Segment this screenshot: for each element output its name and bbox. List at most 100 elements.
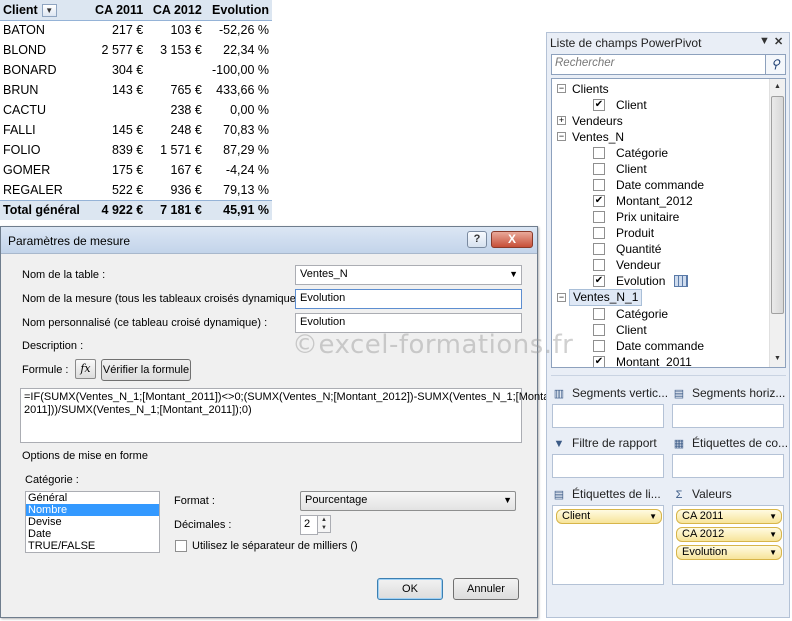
scroll-up-icon[interactable]: ▲ — [770, 79, 785, 95]
row-labels-dropzone[interactable]: Client ▼ — [552, 505, 664, 585]
stepper-up-icon[interactable]: ▲ — [318, 516, 330, 524]
cell-ca2011[interactable]: 143 € — [88, 80, 146, 100]
field-item[interactable]: ✔ Evolution — [552, 273, 767, 289]
checkbox-checked-icon[interactable]: ✔ — [593, 99, 605, 111]
category-item[interactable]: Nombre — [26, 504, 159, 516]
report-filter-dropzone[interactable] — [552, 454, 664, 478]
field-item[interactable]: Date commande — [552, 177, 767, 193]
table-node-ventes-n-1[interactable]: − Ventes_N_1 — [552, 289, 767, 306]
collapse-icon[interactable]: − — [557, 132, 566, 141]
row-field-pill[interactable]: Client ▼ — [556, 509, 662, 524]
filter-dropdown-icon[interactable]: ▼ — [41, 3, 57, 17]
cell-evolution[interactable]: 433,66 % — [205, 80, 272, 100]
cell-ca2012[interactable]: 3 153 € — [146, 40, 205, 60]
checkbox[interactable] — [593, 259, 605, 271]
values-dropzone[interactable]: CA 2011 ▼ CA 2012 ▼ Evolution ▼ — [672, 505, 784, 585]
cell-evolution[interactable]: 22,34 % — [205, 40, 272, 60]
field-item[interactable]: Client — [552, 161, 767, 177]
checkbox[interactable] — [593, 163, 605, 175]
verify-formula-button[interactable]: Vérifier la formule — [101, 359, 191, 381]
pane-menu-icon[interactable]: ▼ — [759, 35, 770, 47]
cell-evolution[interactable]: 87,29 % — [205, 140, 272, 160]
scroll-thumb[interactable] — [771, 96, 784, 314]
close-button[interactable]: X — [491, 231, 533, 248]
cell-evolution[interactable]: 70,83 % — [205, 120, 272, 140]
vertical-slicers-dropzone[interactable] — [552, 404, 664, 428]
checkbox-checked-icon[interactable]: ✔ — [593, 275, 605, 287]
total-ca2012[interactable]: 7 181 € — [146, 199, 205, 220]
formula-input[interactable]: =IF(SUMX(Ventes_N_1;[Montant_2011])<>0;(… — [20, 388, 565, 443]
cell-evolution[interactable]: -52,26 % — [205, 20, 272, 40]
cell-client[interactable]: FOLIO — [0, 140, 88, 160]
category-item[interactable]: Devise — [26, 516, 159, 528]
format-select[interactable]: Pourcentage ▼ — [300, 491, 516, 511]
field-item[interactable]: Catégorie — [552, 145, 767, 161]
cell-ca2012[interactable]: 248 € — [146, 120, 205, 140]
decimals-input[interactable]: 2 — [300, 515, 318, 535]
scroll-down-icon[interactable]: ▼ — [770, 351, 785, 367]
checkbox[interactable] — [593, 227, 605, 239]
cell-ca2012[interactable]: 765 € — [146, 80, 205, 100]
cell-ca2011[interactable]: 175 € — [88, 160, 146, 180]
field-item[interactable]: ✔ Montant_2011 — [552, 354, 767, 367]
chevron-down-icon[interactable]: ▼ — [769, 528, 777, 541]
field-item[interactable]: ✔ Montant_2012 — [552, 193, 767, 209]
checkbox[interactable] — [593, 179, 605, 191]
pivot-header-client[interactable]: Client ▼ — [0, 0, 89, 21]
value-field-pill[interactable]: Evolution ▼ — [676, 545, 782, 560]
cell-ca2011[interactable]: 217 € — [88, 20, 146, 40]
column-labels-dropzone[interactable] — [672, 454, 784, 478]
cell-ca2011[interactable]: 522 € — [88, 180, 146, 200]
chevron-down-icon[interactable]: ▼ — [509, 269, 518, 279]
cell-ca2012[interactable]: 1 571 € — [146, 140, 205, 160]
help-button[interactable]: ? — [467, 231, 487, 248]
measure-name-input[interactable]: Evolution — [295, 289, 522, 309]
cell-ca2012[interactable]: 238 € — [146, 100, 205, 120]
collapse-icon[interactable]: − — [557, 84, 566, 93]
field-item[interactable]: Vendeur — [552, 257, 767, 273]
cell-ca2012[interactable] — [146, 60, 205, 80]
cell-evolution[interactable]: -4,24 % — [205, 160, 272, 180]
cell-evolution[interactable]: -100,00 % — [205, 60, 272, 80]
insert-function-button[interactable]: fx — [75, 359, 96, 379]
field-item[interactable]: Catégorie — [552, 306, 767, 322]
checkbox-checked-icon[interactable]: ✔ — [593, 195, 605, 207]
cell-ca2012[interactable]: 167 € — [146, 160, 205, 180]
checkbox[interactable] — [593, 324, 605, 336]
search-icon[interactable]: ⚲ — [765, 55, 785, 74]
total-evolution[interactable]: 45,91 % — [204, 199, 272, 220]
cell-client[interactable]: CACTU — [0, 100, 88, 120]
checkbox[interactable] — [593, 211, 605, 223]
thousands-separator-checkbox[interactable] — [175, 540, 187, 552]
close-icon[interactable]: ✕ — [774, 35, 783, 48]
expand-icon[interactable]: + — [557, 116, 566, 125]
cell-ca2012[interactable]: 936 € — [146, 180, 205, 200]
chevron-down-icon[interactable]: ▼ — [769, 510, 777, 523]
category-item[interactable]: TRUE/FALSE — [26, 540, 159, 552]
category-item[interactable]: Date — [26, 528, 159, 540]
checkbox-checked-icon[interactable]: ✔ — [593, 356, 605, 367]
custom-name-input[interactable]: Evolution — [295, 313, 522, 333]
table-node-ventes-n[interactable]: − Ventes_N — [552, 129, 767, 145]
cell-ca2011[interactable]: 2 577 € — [88, 40, 146, 60]
chevron-down-icon[interactable]: ▼ — [649, 510, 657, 523]
cancel-button[interactable]: Annuler — [453, 578, 519, 600]
field-item[interactable]: Client — [552, 322, 767, 338]
ok-button[interactable]: OK — [377, 578, 443, 600]
collapse-icon[interactable]: − — [557, 293, 566, 302]
dialog-titlebar[interactable]: Paramètres de mesure ? X — [1, 227, 537, 254]
chevron-down-icon[interactable]: ▼ — [503, 495, 512, 505]
field-item[interactable]: Prix unitaire — [552, 209, 767, 225]
cell-ca2011[interactable] — [88, 100, 146, 120]
cell-ca2011[interactable]: 145 € — [88, 120, 146, 140]
value-field-pill[interactable]: CA 2011 ▼ — [676, 509, 782, 524]
table-node-clients[interactable]: − Clients — [552, 81, 767, 97]
cell-evolution[interactable]: 79,13 % — [205, 180, 272, 200]
cell-ca2011[interactable]: 839 € — [88, 140, 146, 160]
checkbox[interactable] — [593, 340, 605, 352]
cell-client[interactable]: BLOND — [0, 40, 88, 60]
cell-client[interactable]: GOMER — [0, 160, 88, 180]
horizontal-slicers-dropzone[interactable] — [672, 404, 784, 428]
cell-ca2012[interactable]: 103 € — [146, 20, 205, 40]
cell-evolution[interactable]: 0,00 % — [205, 100, 272, 120]
